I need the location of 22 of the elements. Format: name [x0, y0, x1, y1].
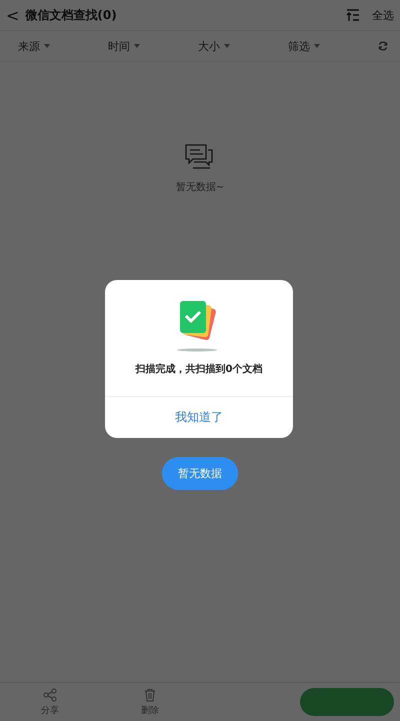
empty-message: 暂无数据~: [176, 180, 224, 194]
no-data-button[interactable]: 暂无数据: [162, 457, 238, 490]
refresh-icon[interactable]: [378, 41, 388, 51]
filter-dropdown[interactable]: 筛选: [288, 38, 310, 54]
share-button[interactable]: 分享: [0, 688, 100, 716]
filter-dropdown[interactable]: 时间: [108, 38, 130, 54]
dialog-message: 扫描完成，共扫描到0个文档: [136, 362, 262, 376]
caret-icon: [44, 44, 50, 48]
sort-icon[interactable]: [346, 8, 360, 22]
filter-dropdown[interactable]: 大小: [198, 38, 220, 54]
page-title: 微信文档查找(0): [25, 6, 118, 24]
caret-icon: [314, 44, 320, 48]
confirm-button[interactable]: 我知道了: [105, 396, 293, 438]
filter-dropdown[interactable]: 来源: [18, 38, 40, 54]
action-button[interactable]: [300, 688, 394, 716]
trash-icon: [143, 688, 157, 702]
caret-icon: [134, 44, 140, 48]
back-button[interactable]: <: [6, 6, 20, 24]
share-icon: [43, 688, 57, 702]
select-all-button[interactable]: 全选: [372, 8, 394, 22]
delete-button[interactable]: 删除: [100, 688, 200, 716]
caret-icon: [224, 44, 230, 48]
